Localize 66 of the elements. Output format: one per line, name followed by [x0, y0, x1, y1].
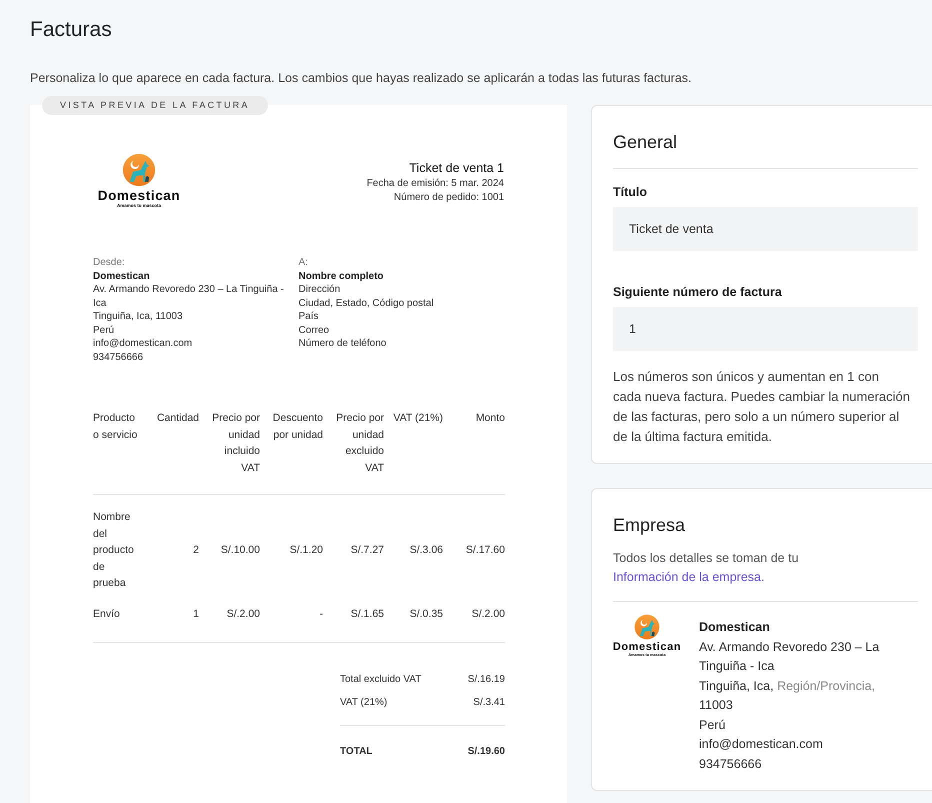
table-cell: Nombre del producto de prueba [93, 494, 140, 592]
company-info-link[interactable]: Información de la empresa. [613, 570, 764, 584]
table-cell: S/.3.06 [384, 494, 443, 592]
party-label: Desde: [93, 256, 126, 270]
table-cell: - [260, 592, 323, 642]
page-title: Facturas [30, 17, 113, 43]
logo-name: Domestican [612, 641, 682, 653]
total-label: TOTAL [340, 745, 372, 759]
preview-badge: VISTA PREVIA DE LA FACTURA [42, 96, 268, 115]
column-header: Precio por unidad excluido VAT [323, 410, 384, 494]
total-label: VAT (21%) [340, 696, 388, 710]
total-value: S/.3.41 [473, 696, 505, 710]
company-note: Todos los detalles se toman de tu Información de la empresa. [613, 550, 800, 586]
party-label: A: [298, 256, 309, 270]
field-label: Siguiente número de factura [613, 285, 783, 299]
field-label: Título [613, 185, 648, 199]
party-detail: 934756666 [93, 350, 144, 364]
dog-logo-icon [634, 614, 660, 640]
card-title: Empresa [613, 514, 686, 537]
party-detail: País [298, 310, 320, 324]
page-description: Personaliza lo que aparece en cada factura. Los cambios que hayas realizado se aplicarán a todas las futuras facturas. [30, 71, 693, 85]
ticket-title: Ticket de venta 1 [408, 160, 504, 177]
help-text: Los números son únicos y aumentan en 1 con cada nueva factura. Puedes cambiar la numeración de las facturas, pero solo a un número superior al de la última factura emitida. [613, 368, 912, 446]
party-detail: Dirección [298, 283, 342, 296]
address-line: Tinguiña, Ica, Región/Provincia, 11003 [699, 678, 876, 714]
column-header: Monto [443, 410, 505, 494]
table-cell: S/.10.00 [199, 494, 260, 592]
column-header: Precio por unidad incluido VAT [199, 410, 260, 494]
party-name: Domestican [93, 270, 151, 283]
table-cell: S/.2.00 [443, 592, 505, 642]
party-detail: Av. Armando Revoredo 230 – La Tinguiña - Ica [93, 283, 285, 310]
column-header: VAT (21%) [384, 410, 443, 494]
ticket-detail: Número de pedido: 1001 [392, 191, 504, 205]
address-line: Av. Armando Revoredo 230 – La Tinguiña - Ica [699, 638, 880, 675]
card-title: General [613, 131, 678, 154]
party-detail: Perú [93, 324, 116, 337]
party-detail: Correo [298, 324, 330, 337]
party-detail: Número de teléfono [298, 337, 388, 350]
address-line: 934756666 [699, 756, 763, 772]
address-line: info@domestican.com [699, 736, 824, 753]
total-value: S/.16.19 [468, 673, 505, 687]
table-cell: S/.1.65 [323, 592, 384, 642]
column-header: Descuento por unidad [260, 410, 323, 494]
dog-logo-icon [122, 153, 156, 187]
logo-name: Domestican [98, 188, 180, 203]
company-name: Domestican [699, 619, 771, 636]
party-detail: info@domestican.com [93, 337, 194, 350]
table-cell: S/.1.20 [260, 494, 323, 592]
table-cell: S/.17.60 [443, 494, 505, 592]
ticket-detail: Fecha de emisión: 5 mar. 2024 [366, 177, 504, 191]
input-field[interactable]: Ticket de venta [613, 207, 918, 251]
table-cell: S/.7.27 [323, 494, 384, 592]
column-header: Producto o servicio [93, 410, 140, 494]
total-value: S/.19.60 [468, 745, 505, 759]
total-label: Total excluido VAT [340, 673, 422, 687]
table-cell: 1 [140, 592, 199, 642]
party-detail: Ciudad, Estado, Código postal [298, 296, 435, 310]
party-detail: Tinguiña, Ica, 11003 [93, 310, 184, 324]
table-cell: S/.0.35 [384, 592, 443, 642]
table-cell: Envío [93, 592, 140, 642]
table-cell: 2 [140, 494, 199, 592]
column-header: Cantidad [140, 410, 199, 494]
address-line: Perú [699, 716, 726, 734]
input-field[interactable]: 1 [613, 307, 918, 351]
party-name: Nombre completo [298, 270, 385, 283]
table-cell: S/.2.00 [199, 592, 260, 642]
